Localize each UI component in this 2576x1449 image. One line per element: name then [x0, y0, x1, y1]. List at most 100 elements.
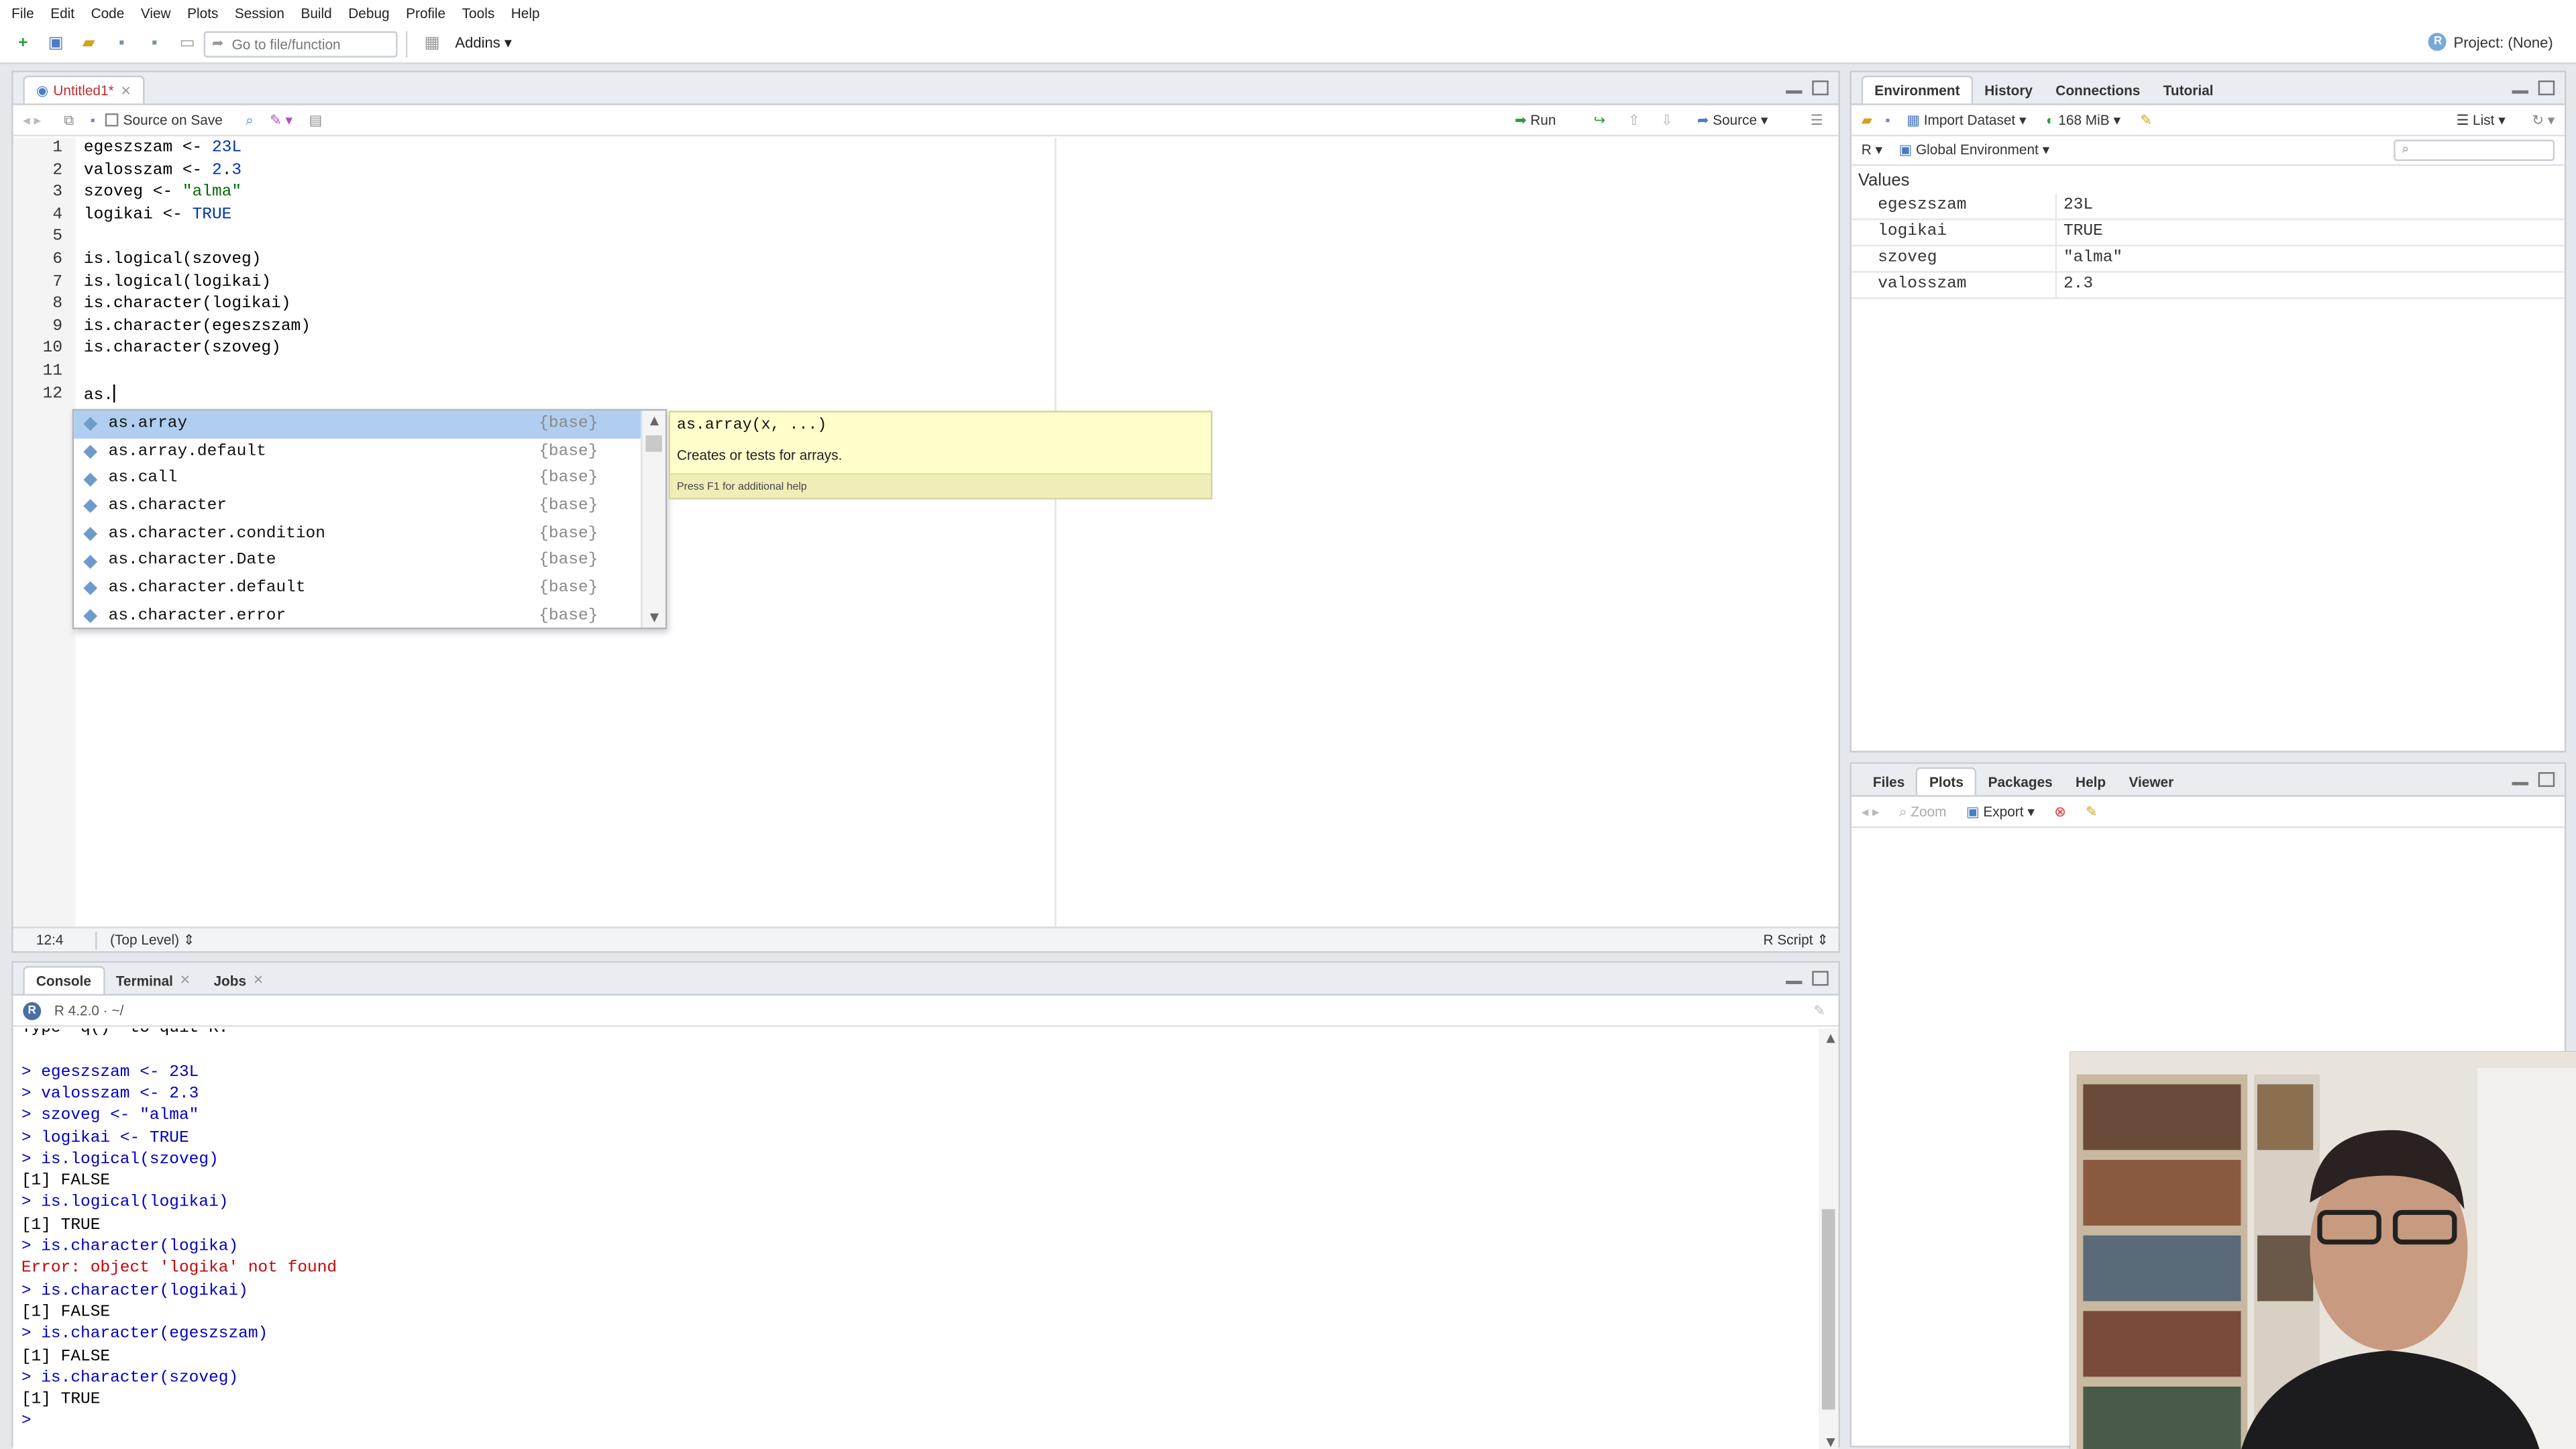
import-dataset-button[interactable]: ▦ Import Dataset ▾: [1907, 111, 2026, 129]
minimize-icon[interactable]: [2512, 780, 2529, 786]
show-in-window-icon[interactable]: ⧉: [64, 111, 74, 129]
addins-menu[interactable]: Addins ▾: [455, 34, 512, 52]
new-file-icon[interactable]: +: [11, 32, 34, 55]
back-icon[interactable]: ◂ ▸: [23, 111, 41, 129]
clear-plots-icon[interactable]: ✎: [2086, 802, 2097, 820]
menu-edit[interactable]: Edit: [50, 4, 74, 20]
language-menu[interactable]: R ▾: [1862, 142, 1882, 160]
menu-file[interactable]: File: [11, 4, 34, 20]
file-type-menu[interactable]: R Script ⇕: [1763, 930, 1828, 949]
source-on-save-checkbox[interactable]: [105, 113, 119, 127]
minimize-icon[interactable]: [1786, 89, 1803, 94]
run-button[interactable]: ➡ Run: [1515, 111, 1556, 129]
go-up-icon[interactable]: ⇧: [1628, 111, 1640, 129]
autocomplete-item[interactable]: as.character {base}: [74, 493, 641, 521]
tab-viewer[interactable]: Viewer: [2117, 767, 2185, 796]
code-line[interactable]: egeszszam <- 23L: [84, 138, 241, 160]
tab-packages[interactable]: Packages: [1977, 767, 2064, 796]
new-project-icon[interactable]: ▣: [44, 32, 67, 55]
code-line[interactable]: logikai <- TRUE: [84, 205, 231, 227]
prev-plot-icon[interactable]: ◂ ▸: [1862, 802, 1880, 820]
menu-build[interactable]: Build: [301, 4, 331, 20]
console-scrollbar[interactable]: ▲ ▼: [1819, 1028, 1839, 1449]
minimize-icon[interactable]: [2512, 89, 2529, 94]
menu-debug[interactable]: Debug: [348, 4, 389, 20]
code-line[interactable]: is.character(egeszszam): [84, 317, 311, 339]
scope-menu[interactable]: ▣ Global Environment ▾: [1899, 142, 2050, 160]
outline-icon[interactable]: ☰: [1811, 111, 1823, 129]
zoom-button[interactable]: ⌕ Zoom: [1899, 802, 1947, 820]
grid-layout-icon[interactable]: ▦: [421, 32, 443, 55]
scope-menu[interactable]: (Top Level) ⇕: [110, 930, 195, 949]
save-doc-icon[interactable]: ▪: [91, 112, 95, 128]
maximize-icon[interactable]: [1812, 80, 1829, 96]
code-line[interactable]: is.character(logikai): [84, 294, 291, 317]
autocomplete-item[interactable]: as.array.default {base}: [74, 438, 641, 466]
memory-usage-button[interactable]: ◐ 168 MiB ▾: [2046, 111, 2121, 129]
menu-profile[interactable]: Profile: [406, 4, 445, 20]
save-icon[interactable]: ▪: [110, 32, 133, 55]
env-value-row[interactable]: szoveg "alma": [1851, 246, 2565, 273]
tab-environment[interactable]: Environment: [1861, 75, 1974, 104]
console-output[interactable]: ▲ ▼ Type 'q()' to quit R. > egeszszam <- …: [13, 1028, 1839, 1449]
tab-plots[interactable]: Plots: [1916, 767, 1977, 796]
code-line[interactable]: szoveg <- "alma": [84, 182, 241, 205]
maximize-icon[interactable]: [2538, 772, 2555, 788]
clear-console-icon[interactable]: ✎: [1813, 1002, 1825, 1020]
tab-connections[interactable]: Connections: [2044, 76, 2151, 104]
tab-terminal[interactable]: Terminal ✕: [105, 966, 203, 994]
export-button[interactable]: ▣ Export ▾: [1966, 802, 2035, 820]
env-value-row[interactable]: valosszam 2.3: [1851, 272, 2565, 299]
menu-view[interactable]: View: [141, 4, 171, 20]
find-icon[interactable]: ⌕: [246, 111, 254, 129]
menu-code[interactable]: Code: [91, 4, 125, 20]
print-icon[interactable]: ▭: [176, 32, 199, 55]
autocomplete-scrollbar[interactable]: ▲ ▼: [641, 411, 665, 628]
autocomplete-item[interactable]: as.call {base}: [74, 466, 641, 493]
tab-files[interactable]: Files: [1862, 767, 1917, 796]
maximize-icon[interactable]: [1812, 971, 1829, 986]
code-line[interactable]: is.logical(szoveg): [84, 250, 262, 272]
source-button[interactable]: ➦ Source ▾: [1697, 111, 1768, 129]
autocomplete-item[interactable]: as.character.default {base}: [74, 575, 641, 602]
code-line[interactable]: as.: [84, 384, 115, 408]
env-value-row[interactable]: egeszszam 23L: [1851, 193, 2565, 221]
save-workspace-icon[interactable]: ▪: [1885, 112, 1890, 128]
close-tab-icon[interactable]: ✕: [253, 973, 264, 987]
clear-objects-icon[interactable]: ✎: [2140, 111, 2151, 129]
save-all-icon[interactable]: ▪: [143, 32, 166, 55]
tab-console[interactable]: Console: [23, 966, 105, 994]
menu-tools[interactable]: Tools: [462, 4, 495, 20]
autocomplete-item[interactable]: as.array {base}: [74, 411, 641, 439]
tab-untitled1[interactable]: ◉ Untitled1* ✕: [23, 75, 145, 104]
environment-search-input[interactable]: ⌕: [2394, 140, 2555, 162]
load-workspace-icon[interactable]: ▰: [1862, 111, 1872, 129]
open-file-icon[interactable]: ▰: [77, 32, 100, 55]
project-menu[interactable]: R Project: (None): [2428, 32, 2553, 51]
go-to-file-input[interactable]: ➦ Go to file/function: [203, 30, 398, 57]
menu-session[interactable]: Session: [235, 4, 284, 20]
code-line[interactable]: is.character(szoveg): [84, 339, 281, 361]
close-tab-icon[interactable]: ✕: [120, 83, 131, 98]
rerun-icon[interactable]: ↪: [1594, 111, 1605, 129]
remove-plot-icon[interactable]: ⊗: [2054, 802, 2065, 820]
compile-report-icon[interactable]: ▤: [309, 111, 322, 129]
go-down-icon[interactable]: ⇩: [1661, 111, 1672, 129]
autocomplete-item[interactable]: as.character.condition {base}: [74, 521, 641, 548]
env-value-row[interactable]: logikai TRUE: [1851, 220, 2565, 247]
tab-jobs[interactable]: Jobs ✕: [202, 966, 275, 994]
autocomplete-item[interactable]: as.character.Date {base}: [74, 548, 641, 576]
tab-help[interactable]: Help: [2064, 767, 2117, 796]
code-tools-icon[interactable]: ✎ ▾: [270, 111, 292, 129]
maximize-icon[interactable]: [2538, 80, 2555, 96]
code-line[interactable]: valosszam <- 2.3: [84, 160, 241, 182]
minimize-icon[interactable]: [1786, 979, 1803, 984]
code-line[interactable]: is.logical(logikai): [84, 272, 271, 294]
view-mode-menu[interactable]: ☰ List ▾: [2457, 111, 2506, 129]
refresh-icon[interactable]: ↻ ▾: [2532, 111, 2555, 129]
tab-tutorial[interactable]: Tutorial: [2152, 76, 2225, 104]
close-tab-icon[interactable]: ✕: [180, 973, 191, 987]
menu-plots[interactable]: Plots: [187, 4, 218, 20]
autocomplete-item[interactable]: as.character.error {base}: [74, 602, 641, 627]
tab-history[interactable]: History: [1973, 76, 2044, 104]
